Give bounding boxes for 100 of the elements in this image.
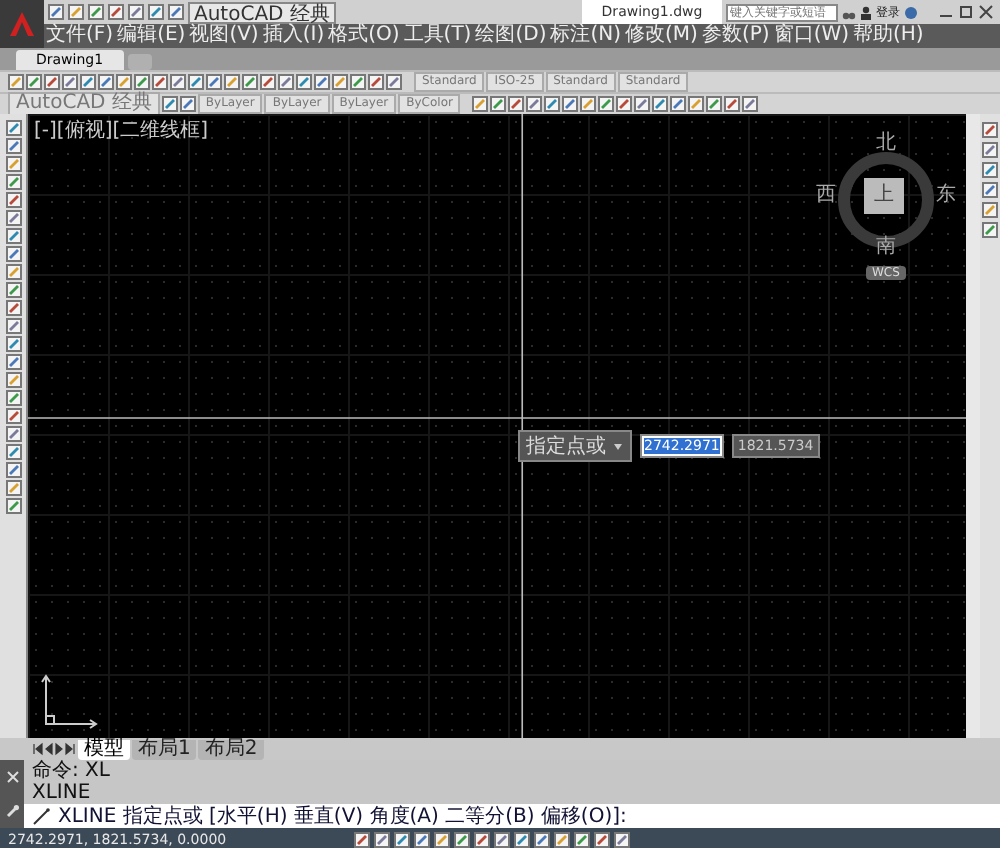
status-toggle-icon[interactable] xyxy=(574,832,591,848)
draw-tool-icon[interactable] xyxy=(5,480,21,496)
layout-tab[interactable]: 布局2 xyxy=(198,739,264,759)
draw-tool-icon[interactable] xyxy=(5,354,21,370)
toolbar-icon[interactable] xyxy=(544,96,561,112)
status-toggle-icon[interactable] xyxy=(454,832,471,848)
navigation-icon[interactable] xyxy=(982,202,998,218)
toolbar-icon[interactable] xyxy=(490,96,507,112)
menu-item[interactable]: 编辑(E) xyxy=(115,24,188,48)
quick-access-icon[interactable] xyxy=(168,4,184,20)
toolbar-icon[interactable] xyxy=(134,74,150,90)
toolbar-icon[interactable] xyxy=(278,74,294,90)
menu-item[interactable]: 帮助(H) xyxy=(851,24,926,48)
toolbar-icon[interactable] xyxy=(526,96,543,112)
menu-item[interactable]: 绘图(D) xyxy=(473,24,549,48)
app-logo[interactable] xyxy=(8,10,36,38)
toolbar-icon[interactable] xyxy=(670,96,687,112)
draw-tool-icon[interactable] xyxy=(5,426,21,442)
toolbar-icon[interactable] xyxy=(652,96,669,112)
status-toggle-icon[interactable] xyxy=(414,832,431,848)
status-toggle-icon[interactable] xyxy=(594,832,611,848)
toolbar-icon[interactable] xyxy=(350,74,366,90)
menu-item[interactable]: 插入(I) xyxy=(260,24,327,48)
viewport-label[interactable]: [-][俯视][二维线框] xyxy=(34,116,209,144)
workspace-dropdown[interactable]: AutoCAD 经典 xyxy=(188,1,336,23)
status-toggle-icon[interactable] xyxy=(554,832,571,848)
tab-navigation-icon[interactable] xyxy=(32,742,76,756)
toolbar-icon[interactable] xyxy=(580,96,597,112)
quick-access-icon[interactable] xyxy=(108,4,124,20)
draw-tool-icon[interactable] xyxy=(5,282,21,298)
status-toggle-icon[interactable] xyxy=(614,832,631,848)
options-icon[interactable] xyxy=(612,440,624,452)
toolbar-icon[interactable] xyxy=(706,96,723,112)
toolbar-icon[interactable] xyxy=(161,96,178,112)
draw-tool-icon[interactable] xyxy=(5,498,21,514)
toolbar-icon[interactable] xyxy=(314,74,330,90)
toolbar-icon[interactable] xyxy=(224,74,240,90)
toolbar-icon[interactable] xyxy=(332,74,348,90)
draw-tool-icon[interactable] xyxy=(5,264,21,280)
toolbar-icon[interactable] xyxy=(386,74,402,90)
viewcube-top[interactable]: 上 xyxy=(864,178,904,214)
draw-tool-icon[interactable] xyxy=(5,336,21,352)
toolbar-icon[interactable] xyxy=(472,96,489,112)
toolbar-icon[interactable] xyxy=(152,74,168,90)
toolbar-icon[interactable] xyxy=(508,96,525,112)
draw-tool-icon[interactable] xyxy=(5,228,21,244)
menu-item[interactable]: 工具(T) xyxy=(401,24,474,48)
quick-access-icon[interactable] xyxy=(128,4,144,20)
status-toggle-icon[interactable] xyxy=(434,832,451,848)
compass-south[interactable]: 南 xyxy=(876,238,896,258)
navigation-icon[interactable] xyxy=(982,142,998,158)
compass-east[interactable]: 东 xyxy=(936,186,956,206)
toolbar-icon[interactable] xyxy=(8,74,24,90)
toolbar-icon[interactable] xyxy=(26,74,42,90)
draw-tool-icon[interactable] xyxy=(5,408,21,424)
vertical-scrollbar[interactable] xyxy=(966,114,980,738)
layout-tab[interactable]: 模型 xyxy=(78,739,130,759)
draw-tool-icon[interactable] xyxy=(5,462,21,478)
toolbar-icon[interactable] xyxy=(742,96,759,112)
draw-tool-icon[interactable] xyxy=(5,210,21,226)
toolbar-icon[interactable] xyxy=(116,74,132,90)
menu-item[interactable]: 格式(O) xyxy=(326,24,402,48)
toolbar-icon[interactable] xyxy=(242,74,258,90)
draw-tool-icon[interactable] xyxy=(5,156,21,172)
close-icon[interactable] xyxy=(978,4,994,20)
toolbar-icon[interactable] xyxy=(598,96,615,112)
toolbar-icon[interactable] xyxy=(170,74,186,90)
toolbar-icon[interactable] xyxy=(80,74,96,90)
status-toggle-icon[interactable] xyxy=(534,832,551,848)
quick-access-icon[interactable] xyxy=(148,4,164,20)
layout-tab[interactable]: 布局1 xyxy=(132,739,197,759)
toolbar-icon[interactable] xyxy=(206,74,222,90)
navigation-icon[interactable] xyxy=(982,162,998,178)
compass-west[interactable]: 西 xyxy=(816,186,836,206)
draw-tool-icon[interactable] xyxy=(5,120,21,136)
compass-north[interactable]: 北 xyxy=(876,134,896,154)
toolbar-icon[interactable] xyxy=(62,74,78,90)
toolbar-icon[interactable] xyxy=(688,96,705,112)
draw-tool-icon[interactable] xyxy=(5,246,21,262)
draw-tool-icon[interactable] xyxy=(5,174,21,190)
toolbar-icon[interactable] xyxy=(616,96,633,112)
workspace-dropdown[interactable]: AutoCAD 经典 xyxy=(8,92,160,116)
toolbar-icon[interactable] xyxy=(179,96,196,112)
menu-item[interactable]: 文件(F) xyxy=(44,24,116,48)
draw-tool-icon[interactable] xyxy=(5,192,21,208)
draw-tool-icon[interactable] xyxy=(5,390,21,406)
draw-tool-icon[interactable] xyxy=(5,372,21,388)
toolbar-icon[interactable] xyxy=(260,74,276,90)
user-icon[interactable] xyxy=(860,5,872,19)
status-toggle-icon[interactable] xyxy=(374,832,391,848)
maximize-icon[interactable] xyxy=(958,4,974,20)
navigation-icon[interactable] xyxy=(982,222,998,238)
quick-access-icon[interactable] xyxy=(48,4,64,20)
toolbar-icon[interactable] xyxy=(296,74,312,90)
draw-tool-icon[interactable] xyxy=(5,300,21,316)
status-toggle-icon[interactable] xyxy=(514,832,531,848)
status-toggle-icon[interactable] xyxy=(494,832,511,848)
menu-item[interactable]: 修改(M) xyxy=(623,24,700,48)
draw-tool-icon[interactable] xyxy=(5,318,21,334)
toolbar-icon[interactable] xyxy=(634,96,651,112)
